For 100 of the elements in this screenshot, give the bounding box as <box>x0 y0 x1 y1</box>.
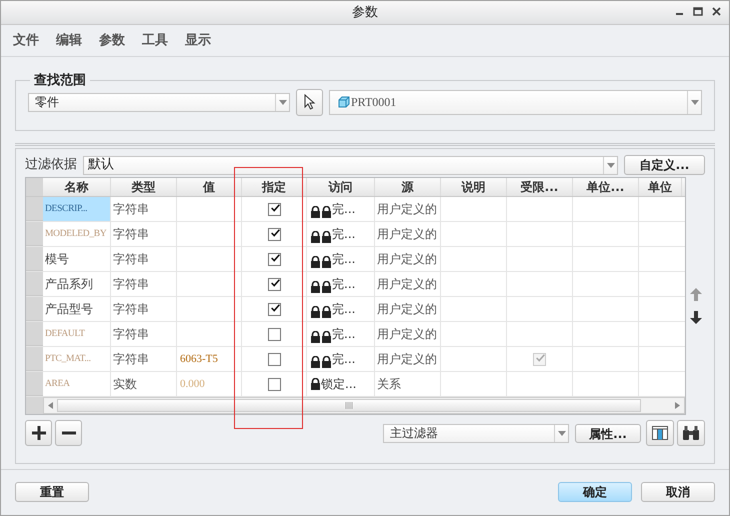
table-icon <box>652 426 668 440</box>
column-header[interactable]: 单位 <box>639 178 682 196</box>
lock-icon <box>310 230 321 242</box>
table-cell-text: 完... <box>332 201 356 218</box>
customize-button[interactable]: 自定义... <box>624 155 705 175</box>
filter-select[interactable]: 默认 <box>83 156 618 174</box>
grip-icon <box>345 402 353 409</box>
table-cell: 用户定义的 <box>375 322 441 346</box>
lock-icon <box>310 306 321 318</box>
table-cell: 用户定义的 <box>375 222 441 246</box>
table-cell: 字符串 <box>111 272 177 296</box>
columns-button[interactable] <box>646 420 674 446</box>
pointer-icon <box>304 94 316 110</box>
table-cell: 字符串 <box>111 247 177 271</box>
row-header <box>26 397 43 414</box>
lock-icon <box>321 306 332 318</box>
ok-button[interactable]: 确定 <box>558 482 632 502</box>
table-cell-text: 6063-T5 <box>180 352 218 367</box>
table-cell[interactable]: DESCRIP... <box>43 197 111 221</box>
lock-icon <box>310 356 321 368</box>
table-cell-text: 完... <box>332 226 356 243</box>
cube-icon <box>338 96 350 108</box>
checkbox[interactable] <box>268 202 280 216</box>
menu-item[interactable]: 编辑 <box>56 30 82 50</box>
caret-icon <box>278 100 286 104</box>
maximize-icon[interactable] <box>693 7 703 16</box>
checkbox[interactable] <box>268 278 280 290</box>
row-header <box>26 178 43 196</box>
remove-button[interactable] <box>55 420 82 446</box>
main-filter-select[interactable]: 主过滤器 <box>383 424 569 442</box>
table-cell: 字符串 <box>111 297 177 321</box>
checkbox[interactable] <box>268 302 280 316</box>
cancel-button[interactable]: 取消 <box>641 482 715 502</box>
menu-item[interactable]: 参数 <box>99 30 125 50</box>
menu-item[interactable]: 显示 <box>185 30 211 50</box>
column-header[interactable]: 访问 <box>307 178 375 196</box>
minus-icon <box>62 431 76 435</box>
table-cell: 字符串 <box>111 197 177 221</box>
lock-icon <box>310 378 321 390</box>
binoculars-icon <box>682 425 700 441</box>
caret-icon <box>558 430 566 436</box>
column-header[interactable]: 指定 <box>242 178 307 196</box>
column-header[interactable]: 受限... <box>507 178 573 196</box>
lock-icon <box>310 280 321 292</box>
checkbox[interactable] <box>268 252 280 266</box>
table-cell-text: 完... <box>332 326 356 343</box>
move-down-icon[interactable] <box>690 311 702 324</box>
find-button[interactable] <box>677 420 705 446</box>
table-cell-text: 完... <box>332 276 356 293</box>
checkbox[interactable] <box>268 328 280 340</box>
table-cell: 实数 <box>111 372 177 396</box>
model-select[interactable]: PRT0001 <box>329 90 702 114</box>
checkbox[interactable] <box>268 378 280 390</box>
reset-button[interactable]: 重置 <box>15 482 89 502</box>
table-cell-text: 完... <box>332 301 356 318</box>
select-button[interactable] <box>296 88 323 116</box>
table-cell: 用户定义的 <box>375 272 441 296</box>
lock-icon <box>321 256 332 268</box>
lock-icon <box>321 280 332 292</box>
horizontal-scrollbar[interactable] <box>43 397 685 414</box>
column-header[interactable]: 说明 <box>441 178 507 196</box>
table-cell: 关系 <box>375 372 441 396</box>
scroll-left-icon[interactable] <box>48 402 53 409</box>
table-cell: 字符串 <box>111 322 177 346</box>
lock-icon <box>321 230 332 242</box>
group-title: 查找范围 <box>33 72 87 90</box>
table-cell: 用户定义的 <box>375 247 441 271</box>
checkbox[interactable] <box>268 228 280 240</box>
menu-item[interactable]: 文件 <box>13 30 39 50</box>
column-header[interactable]: 类型 <box>111 178 177 196</box>
column-header[interactable]: 源 <box>375 178 441 196</box>
lock-icon <box>321 206 332 218</box>
table-cell: 用户定义的 <box>375 297 441 321</box>
table-cell: 用户定义的 <box>375 347 441 371</box>
add-button[interactable] <box>25 420 52 446</box>
caret-icon <box>606 162 614 168</box>
lock-icon <box>321 356 332 368</box>
properties-button[interactable]: 属性... <box>575 424 641 442</box>
table-cell: 用户定义的 <box>375 197 441 221</box>
table-cell[interactable]: 模号 <box>43 247 111 271</box>
lock-icon <box>321 330 332 342</box>
table-cell-text: 0.000 <box>180 376 205 392</box>
table-cell[interactable]: 产品型号 <box>43 297 111 321</box>
column-header[interactable]: 名称 <box>43 178 111 196</box>
plus-icon <box>32 426 46 440</box>
column-header[interactable]: 单位... <box>573 178 639 196</box>
close-icon[interactable] <box>712 7 721 16</box>
lock-icon <box>310 256 321 268</box>
table-cell[interactable]: 产品系列 <box>43 272 111 296</box>
filter-label: 过滤依据 <box>25 156 77 174</box>
checkbox[interactable] <box>268 352 280 366</box>
column-header[interactable]: 值 <box>177 178 242 196</box>
window-title: 参数 <box>352 4 378 22</box>
lock-icon <box>310 206 321 218</box>
menu-item[interactable]: 工具 <box>142 30 168 50</box>
move-up-icon[interactable] <box>690 288 702 301</box>
table-cell: 字符串 <box>111 347 177 371</box>
type-select[interactable]: 零件 <box>28 92 290 112</box>
scrollbar-thumb[interactable] <box>57 399 641 412</box>
scroll-right-icon[interactable] <box>675 402 680 409</box>
